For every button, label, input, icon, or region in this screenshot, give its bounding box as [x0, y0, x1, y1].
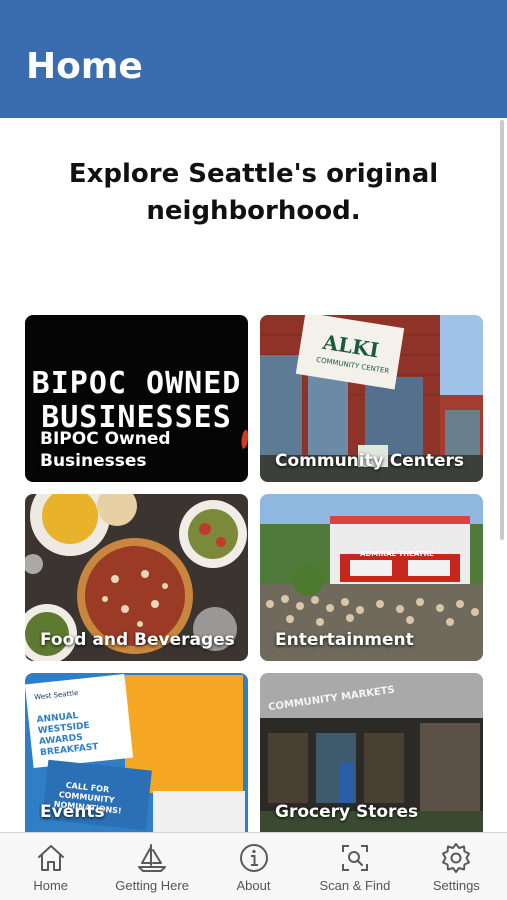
- scrollbar[interactable]: [500, 120, 504, 540]
- tile-entertainment[interactable]: ADMIRAL THEATRE Entertainment: [260, 494, 483, 661]
- tab-label: Scan & Find: [319, 878, 391, 893]
- bottom-tab-bar: Home Getting Here About Scan & Find Sett…: [0, 832, 507, 900]
- tab-label: Settings: [432, 878, 480, 893]
- tile-grocery-stores[interactable]: COMMUNITY MARKETS Grocery Stores: [260, 673, 483, 833]
- tab-about[interactable]: About: [203, 833, 304, 900]
- tagline: Explore Seattle's original neighborhood.: [68, 159, 439, 226]
- tile-food-and-beverages[interactable]: Food and Beverages: [25, 494, 248, 661]
- tab-label: Home: [33, 878, 69, 893]
- app-header: Home: [0, 0, 507, 118]
- tab-label: About: [236, 878, 271, 893]
- svg-text:ADMIRAL THEATRE: ADMIRAL THEATRE: [360, 550, 434, 558]
- scan-icon: [341, 845, 368, 871]
- tab-scan-and-find[interactable]: Scan & Find: [304, 833, 405, 900]
- tab-label: Getting Here: [115, 878, 189, 893]
- tile-community-centers[interactable]: ALKI COMMUNITY CENTER Community Centers: [260, 315, 483, 482]
- tile-label: Events: [40, 802, 105, 822]
- sailboat-icon: [138, 844, 167, 872]
- tile-label: BIPOC Owned Businesses: [40, 429, 171, 471]
- tile-label: Community Centers: [275, 451, 465, 471]
- tile-bipoc-owned-businesses[interactable]: BIPOC OWNED BUSINESSES BIPOC Owned Busin…: [25, 315, 248, 482]
- tab-home[interactable]: Home: [0, 833, 101, 900]
- tab-getting-here[interactable]: Getting Here: [101, 833, 202, 900]
- tile-events[interactable]: West Seattle ANNUAL WESTSIDE AWARDS BREA…: [25, 673, 248, 833]
- gear-icon: [442, 843, 471, 873]
- tile-label: Food and Beverages: [40, 630, 235, 650]
- info-icon: [239, 844, 268, 872]
- home-icon: [37, 845, 64, 871]
- tile-label: Grocery Stores: [275, 802, 419, 822]
- tile-label: Entertainment: [275, 630, 414, 650]
- tab-settings[interactable]: Settings: [406, 833, 507, 900]
- page-title: Home: [26, 46, 143, 87]
